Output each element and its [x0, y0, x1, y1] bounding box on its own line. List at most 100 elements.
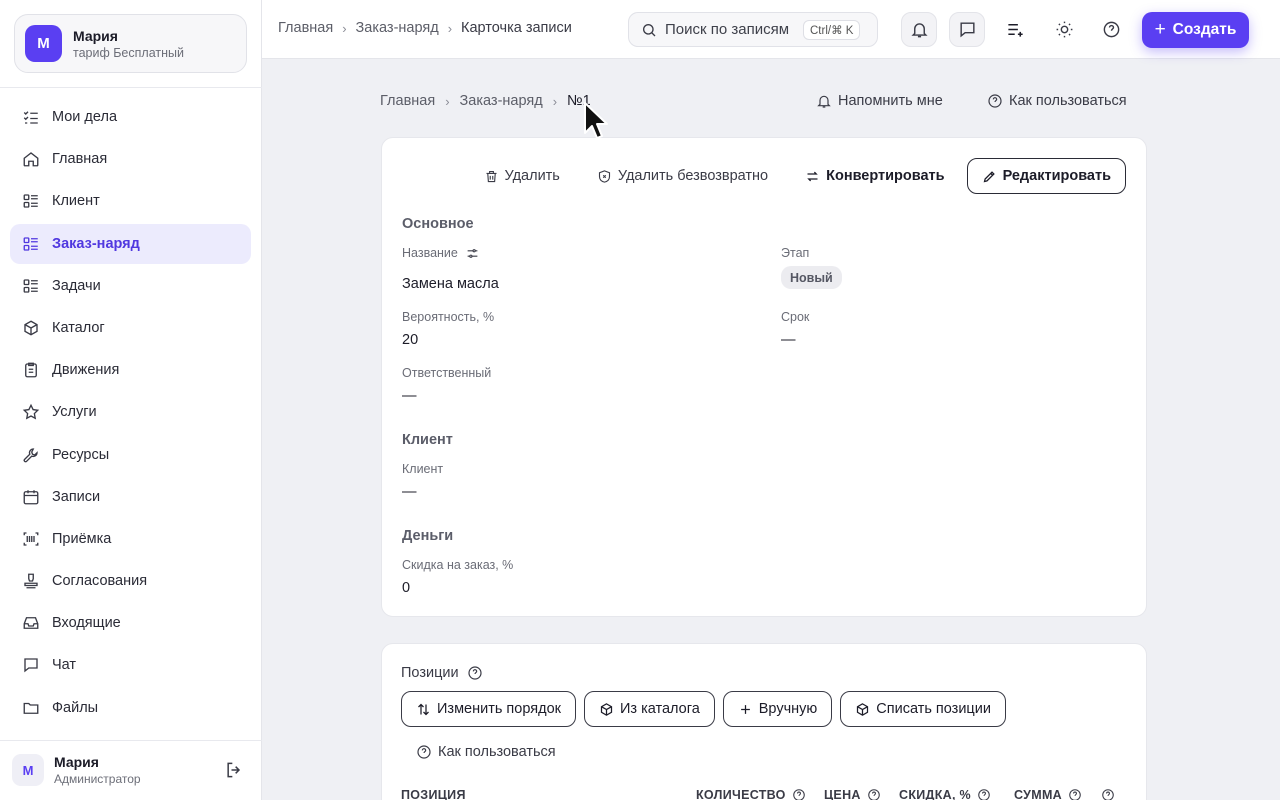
positions-howto-link[interactable]: Как пользоваться	[416, 744, 556, 760]
delete-forever-button[interactable]: Удалить безвозвратно	[597, 168, 768, 184]
positions-card: Позиции Изменить порядок Из каталога Вру…	[381, 643, 1147, 800]
pencil-icon	[983, 170, 995, 182]
delete-label: Удалить	[504, 168, 560, 184]
user-profile[interactable]: М Мария Администратор	[12, 752, 252, 788]
column-header-text: ПОЗИЦИЯ	[401, 788, 466, 800]
column-header-discount[interactable]: СКИДКА, %	[899, 788, 991, 800]
trash-icon	[486, 170, 496, 182]
list-icon	[23, 194, 38, 209]
sidebar-item-label: Входящие	[52, 615, 121, 632]
field-label-text: Название	[402, 246, 458, 260]
sidebar-item-resources[interactable]: Ресурсы	[10, 435, 251, 475]
breadcrumb-item[interactable]: Главная	[380, 93, 435, 109]
field-label-deadline: Срок	[781, 310, 810, 324]
section-title-money: Деньги	[402, 528, 454, 544]
positions-toolbar: Изменить порядок Из каталога Вручную Спи…	[401, 691, 1014, 727]
notifications-button[interactable]	[901, 12, 937, 47]
user-role: Администратор	[54, 772, 141, 786]
inbox-icon	[23, 617, 39, 630]
help-icon	[867, 789, 880, 800]
sidebar-item-chat[interactable]: Чат	[10, 645, 251, 685]
section-title-main: Основное	[402, 216, 474, 232]
logout-icon[interactable]	[224, 760, 244, 780]
help-button[interactable]	[1093, 12, 1129, 47]
column-header-sum[interactable]: СУММА	[1014, 788, 1082, 800]
tasks-queue-button[interactable]	[997, 12, 1033, 47]
column-header-quantity[interactable]: КОЛИЧЕСТВО	[696, 788, 806, 800]
sidebar-item-receiving[interactable]: Приёмка	[10, 519, 251, 559]
breadcrumb-item[interactable]: Заказ-наряд	[460, 93, 543, 109]
reorder-button[interactable]: Изменить порядок	[401, 691, 576, 727]
field-value-discount: 0	[402, 580, 411, 596]
field-label-name: Название	[402, 246, 479, 260]
column-header-text: КОЛИЧЕСТВО	[696, 788, 786, 800]
from-catalog-button[interactable]: Из каталога	[583, 691, 715, 727]
create-label: Создать	[1172, 21, 1237, 38]
help-icon	[792, 789, 805, 800]
field-label-probability: Вероятность, %	[402, 310, 495, 324]
sidebar-item-files[interactable]: Файлы	[10, 688, 251, 728]
chevron-right-icon: ›	[342, 20, 347, 36]
edit-button[interactable]: Редактировать	[966, 158, 1126, 194]
star-icon	[22, 404, 40, 420]
account-name: Мария	[73, 27, 118, 44]
account-switcher[interactable]: М Мария тариф Бесплатный	[14, 14, 247, 73]
record-actions: Удалить Удалить безвозвратно Конвертиров…	[447, 158, 1126, 194]
sidebar-item-inbox[interactable]: Входящие	[10, 603, 251, 643]
sidebar-item-records[interactable]: Записи	[10, 477, 251, 517]
search-input[interactable]: Поиск по записям Ctrl/⌘ K	[628, 12, 878, 47]
field-value-probability: 20	[402, 332, 419, 348]
plus-icon: +	[1154, 19, 1166, 40]
sidebar-item-tasks[interactable]: Задачи	[10, 266, 251, 306]
sidebar-item-catalog[interactable]: Каталог	[10, 308, 251, 348]
sidebar-item-label: Записи	[52, 488, 101, 505]
sidebar-item-label: Задачи	[52, 277, 101, 294]
column-header-text: СКИДКА, %	[899, 788, 971, 800]
settings-sliders-icon[interactable]	[466, 247, 479, 260]
field-label-client: Клиент	[402, 462, 444, 476]
help-icon	[1103, 21, 1119, 38]
remind-label: Напомнить мне	[838, 93, 943, 109]
sidebar-item-client[interactable]: Клиент	[10, 181, 251, 221]
help-icon[interactable]	[467, 665, 483, 681]
status-badge: Новый	[781, 266, 842, 289]
sidebar-item-approvals[interactable]: Согласования	[10, 561, 251, 601]
remind-me-button[interactable]: Напомнить мне	[816, 93, 943, 109]
messages-button[interactable]	[949, 12, 985, 47]
delete-button[interactable]: Удалить	[484, 168, 560, 184]
column-header-price[interactable]: ЦЕНА	[824, 788, 881, 800]
list-add-icon	[1007, 23, 1023, 37]
sidebar-divider	[0, 740, 262, 741]
breadcrumb-item[interactable]: Главная	[278, 20, 333, 36]
manual-add-button[interactable]: Вручную	[722, 691, 833, 727]
box-icon	[600, 702, 613, 716]
column-header-position[interactable]: ПОЗИЦИЯ	[401, 788, 466, 800]
sidebar-item-label: Приёмка	[52, 530, 112, 547]
help-icon	[417, 745, 431, 759]
theme-toggle[interactable]	[1046, 12, 1082, 47]
positions-title-text: Позиции	[401, 665, 459, 681]
create-button[interactable]: + Создать	[1142, 12, 1249, 48]
scan-icon	[23, 532, 39, 546]
search-shortcut: Ctrl/⌘ K	[803, 19, 861, 40]
sidebar-item-label: Согласования	[52, 573, 148, 590]
write-off-label: Списать позиции	[876, 701, 991, 717]
clipboard-icon	[25, 362, 37, 378]
write-off-button[interactable]: Списать позиции	[840, 691, 1006, 727]
sidebar-item-my-tasks[interactable]: Мои дела	[10, 97, 251, 137]
convert-button[interactable]: Конвертировать	[805, 168, 945, 184]
howto-button[interactable]: Как пользоваться	[987, 93, 1127, 109]
sidebar-item-label: Заказ-наряд	[52, 235, 140, 252]
wrench-icon	[23, 447, 38, 462]
field-value-deadline: —	[781, 332, 796, 348]
sidebar-item-movements[interactable]: Движения	[10, 350, 251, 390]
sidebar-item-work-order[interactable]: Заказ-наряд	[10, 223, 251, 264]
sidebar-item-home[interactable]: Главная	[10, 139, 251, 179]
column-settings-button[interactable]	[1095, 788, 1115, 800]
sidebar-item-services[interactable]: Услуги	[10, 392, 251, 432]
box-icon	[24, 320, 38, 336]
calendar-icon	[23, 489, 39, 505]
user-name: Мария	[54, 754, 99, 770]
positions-title: Позиции	[401, 665, 483, 681]
breadcrumb-item[interactable]: Заказ-наряд	[356, 20, 439, 36]
